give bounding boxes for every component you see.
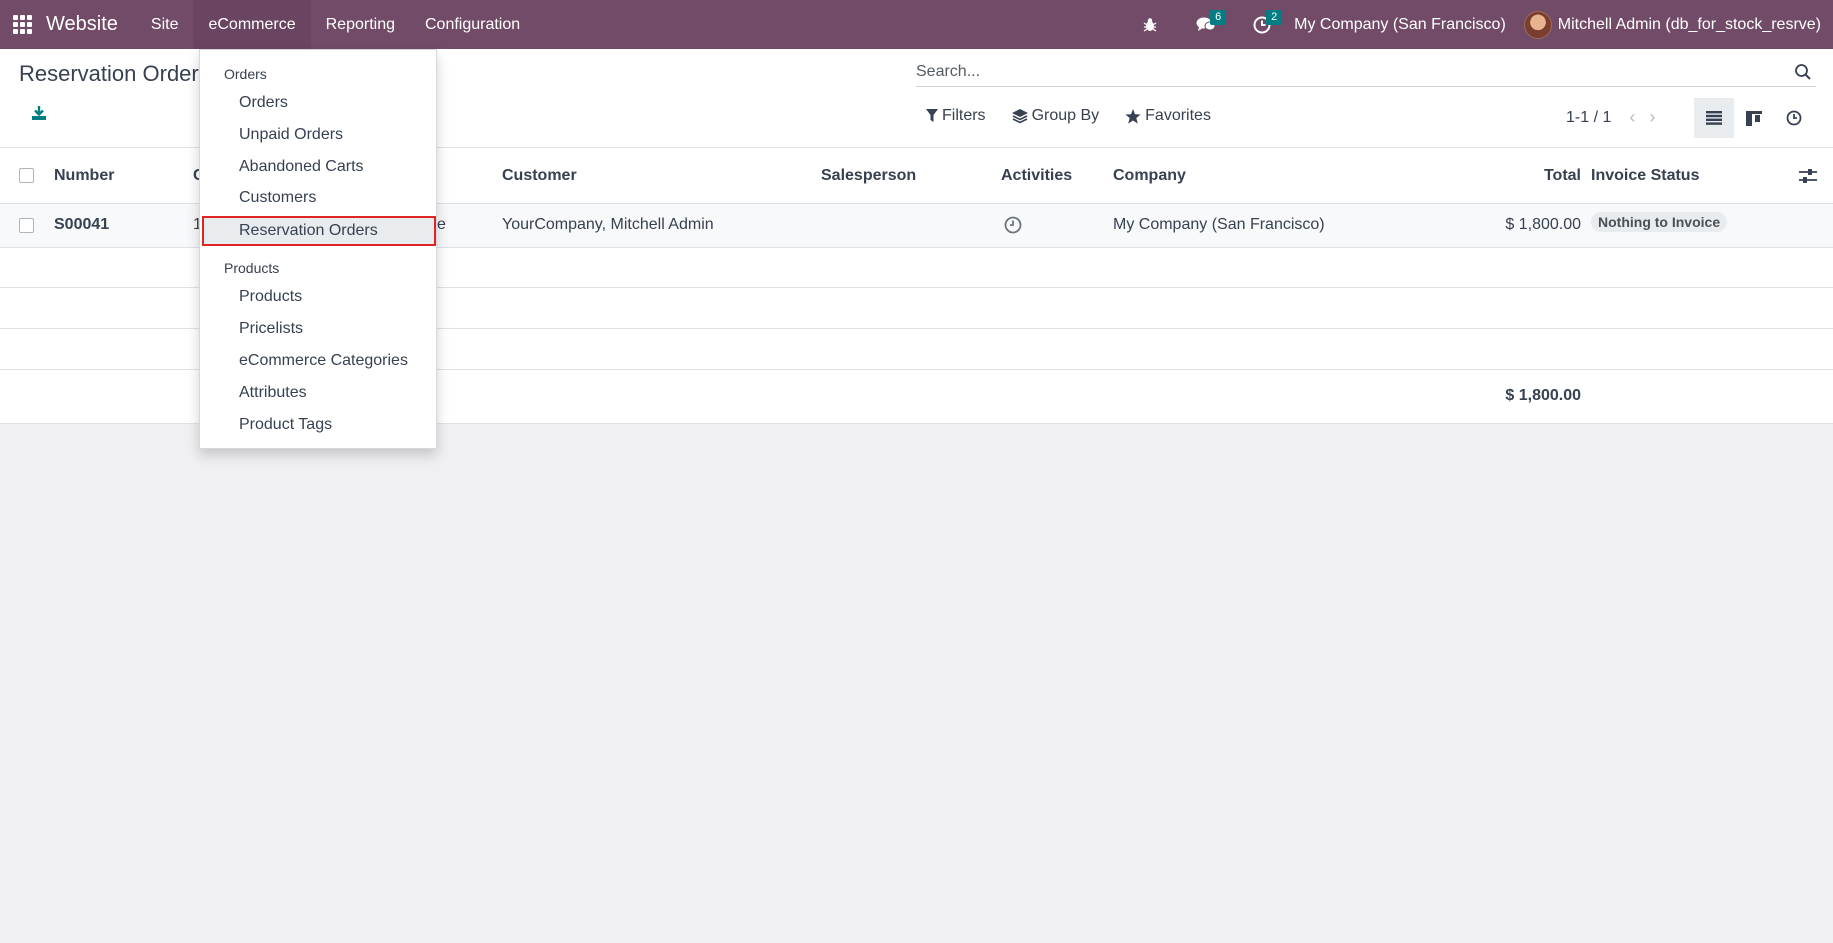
company-switcher[interactable]: My Company (San Francisco) xyxy=(1290,16,1524,34)
layers-icon xyxy=(1011,108,1028,123)
menu-item-unpaid-orders[interactable]: Unpaid Orders xyxy=(200,120,436,150)
search-icon[interactable] xyxy=(1794,63,1812,81)
menu-item-product-tags[interactable]: Product Tags xyxy=(200,410,436,440)
menu-item-abandoned-carts[interactable]: Abandoned Carts xyxy=(200,152,436,182)
search-input[interactable] xyxy=(916,62,1776,81)
groupby-button[interactable]: Group By xyxy=(1011,107,1099,125)
activity-view-icon[interactable] xyxy=(1774,98,1814,138)
menu-item-ecommerce-categories[interactable]: eCommerce Categories xyxy=(200,346,436,376)
menu-section-products: Products xyxy=(224,260,280,276)
cell-company: My Company (San Francisco) xyxy=(1113,216,1325,233)
cell-number: S00041 xyxy=(54,216,110,233)
filters-button[interactable]: Filters xyxy=(926,107,986,125)
download-icon[interactable] xyxy=(30,104,48,122)
menu-item-attributes[interactable]: Attributes xyxy=(200,378,436,408)
activities-clock-icon[interactable]: 2 xyxy=(1234,0,1290,49)
filter-icon xyxy=(926,109,938,122)
column-number[interactable]: Number xyxy=(54,167,114,185)
list-view-icon[interactable] xyxy=(1694,98,1734,138)
activity-clock-icon[interactable] xyxy=(1004,216,1022,239)
user-menu[interactable]: Mitchell Admin (db_for_stock_resrve) xyxy=(1523,10,1833,39)
menu-configuration[interactable]: Configuration xyxy=(410,0,535,49)
optional-columns-icon[interactable] xyxy=(1799,168,1817,189)
kanban-view-icon[interactable] xyxy=(1734,98,1774,138)
page-title: Reservation Orders xyxy=(19,61,210,86)
menu-item-reservation-orders[interactable]: Reservation Orders xyxy=(202,216,436,246)
column-customer[interactable]: Customer xyxy=(502,167,577,185)
column-total[interactable]: Total xyxy=(1544,167,1581,185)
pager-value[interactable]: 1-1 / 1 xyxy=(1566,109,1611,127)
menu-item-orders[interactable]: Orders xyxy=(200,88,436,118)
view-switcher xyxy=(1694,98,1814,138)
apps-menu-icon[interactable] xyxy=(0,0,44,49)
cell-partial-mid: e xyxy=(437,216,446,233)
sum-total: $ 1,800.00 xyxy=(1505,387,1581,404)
messages-icon[interactable]: 6 xyxy=(1178,0,1234,49)
pager-next-icon[interactable]: › xyxy=(1649,107,1655,128)
star-icon xyxy=(1125,108,1141,124)
row-checkbox[interactable] xyxy=(19,218,34,233)
ecommerce-dropdown-menu: Orders Orders Unpaid Orders Abandoned Ca… xyxy=(199,49,437,449)
avatar xyxy=(1523,10,1552,39)
select-all-checkbox[interactable] xyxy=(19,168,34,183)
pager-previous-icon[interactable]: ‹ xyxy=(1629,107,1635,128)
messages-badge: 6 xyxy=(1210,10,1227,25)
user-name: Mitchell Admin (db_for_stock_resrve) xyxy=(1557,15,1821,33)
menu-section-orders: Orders xyxy=(224,66,267,82)
column-salesperson[interactable]: Salesperson xyxy=(821,167,916,185)
pager: 1-1 / 1 ‹ › xyxy=(1566,107,1655,128)
debug-bug-icon[interactable] xyxy=(1122,0,1178,49)
menu-reporting[interactable]: Reporting xyxy=(311,0,410,49)
menu-item-pricelists[interactable]: Pricelists xyxy=(200,314,436,344)
favorites-button[interactable]: Favorites xyxy=(1125,107,1211,125)
search-bar xyxy=(916,57,1816,87)
column-activities[interactable]: Activities xyxy=(1001,167,1072,185)
app-brand[interactable]: Website xyxy=(46,13,118,36)
cell-customer: YourCompany, Mitchell Admin xyxy=(502,216,714,233)
menu-ecommerce[interactable]: eCommerce xyxy=(193,0,311,49)
activities-badge: 2 xyxy=(1266,10,1283,25)
top-navbar: Website Site eCommerce Reporting Configu… xyxy=(0,0,1833,49)
column-invoice-status[interactable]: Invoice Status xyxy=(1591,167,1699,185)
menu-item-products[interactable]: Products xyxy=(200,282,436,312)
menu-site[interactable]: Site xyxy=(136,0,194,49)
status-badge: Nothing to Invoice xyxy=(1591,212,1728,232)
search-options: Filters Group By Favorites xyxy=(926,107,1211,125)
column-company[interactable]: Company xyxy=(1113,167,1186,185)
cell-total: $ 1,800.00 xyxy=(1505,216,1581,233)
menu-item-customers[interactable]: Customers xyxy=(200,183,436,213)
